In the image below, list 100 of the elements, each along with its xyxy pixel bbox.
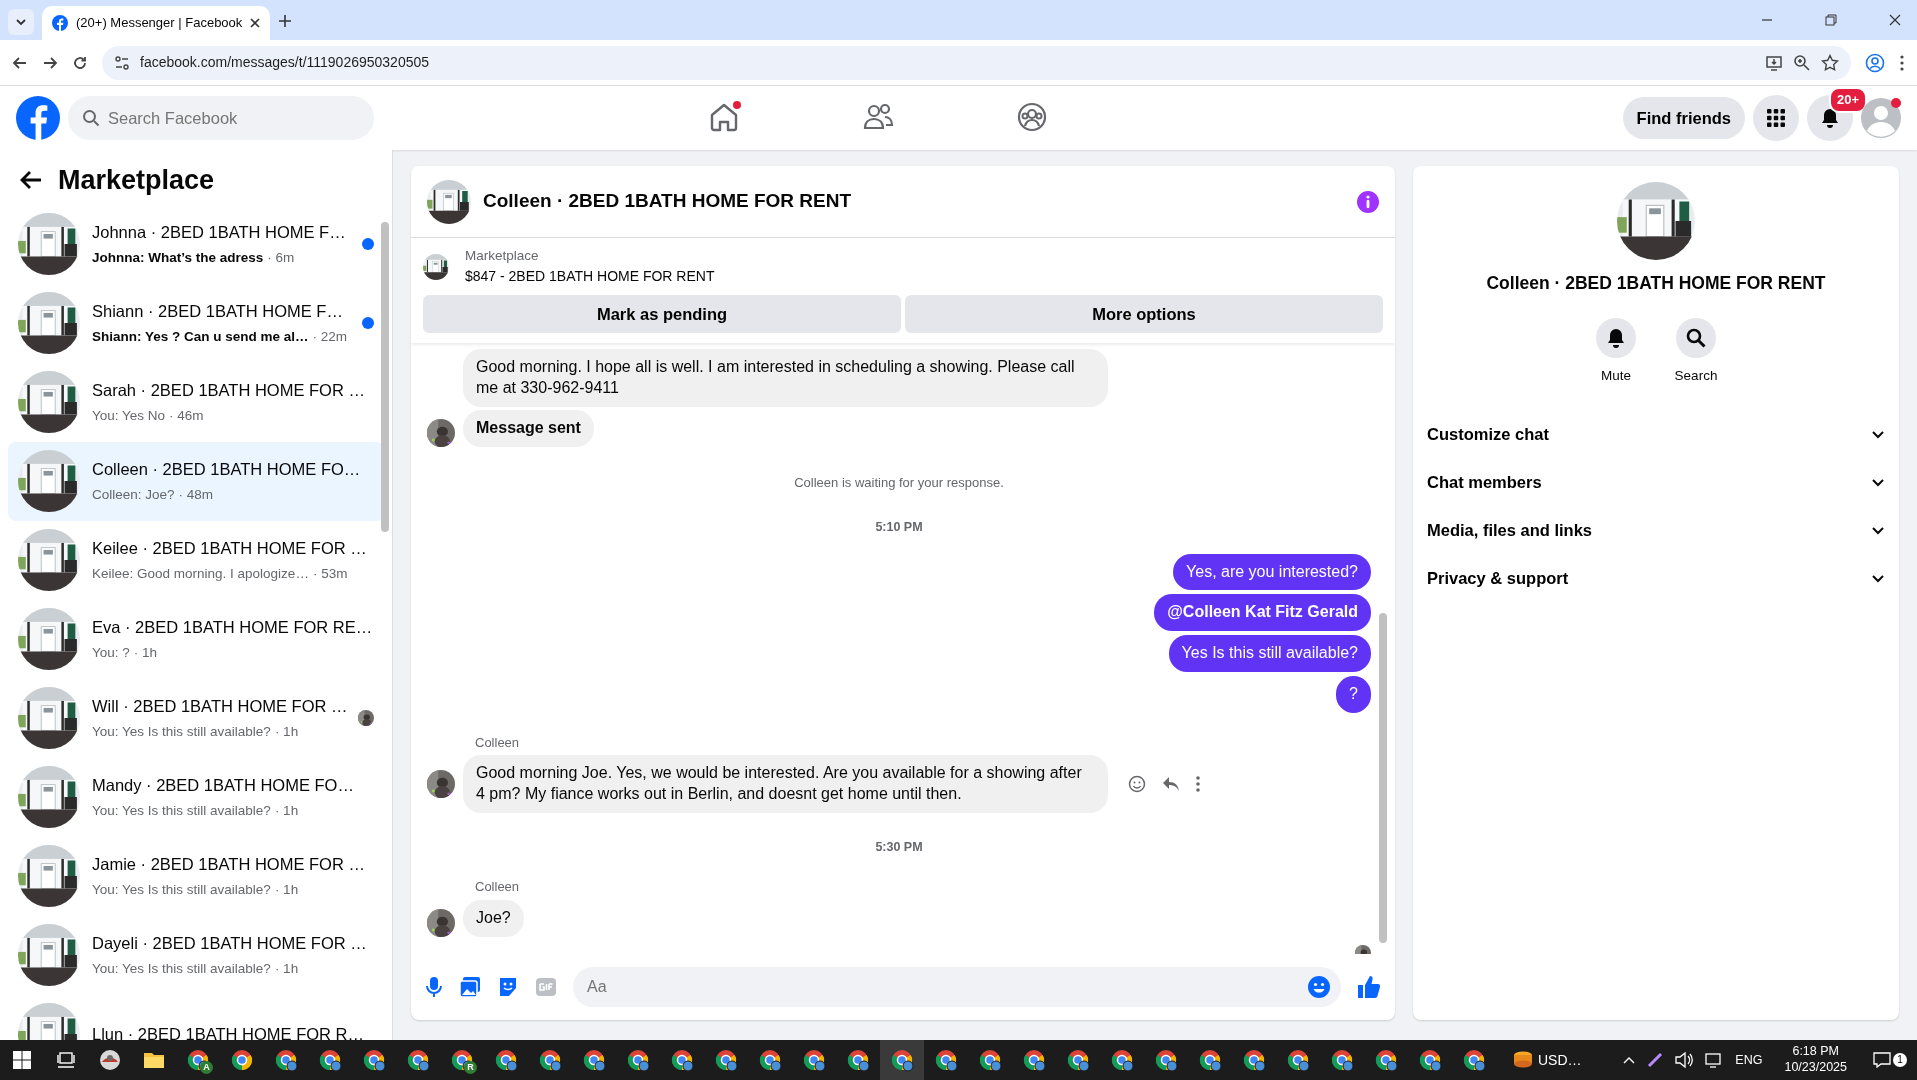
sender-name: Colleen bbox=[475, 879, 520, 895]
section-toggle[interactable]: Privacy & support bbox=[1413, 554, 1899, 603]
clock-time: 6:18 PM bbox=[1792, 1044, 1839, 1060]
avatar-icon[interactable] bbox=[1861, 98, 1901, 138]
menu-button[interactable] bbox=[1753, 95, 1799, 141]
browser-icon[interactable] bbox=[802, 1048, 826, 1072]
conversation-item[interactable]: Keilee · 2BED 1BATH HOME FOR … Keilee: Good morning. I apologize… · 53m bbox=[8, 520, 384, 600]
message-time: · 48m bbox=[178, 485, 214, 504]
browser-icon[interactable] bbox=[846, 1048, 870, 1072]
speaker-icon[interactable] bbox=[1675, 1052, 1694, 1068]
chevron-down-icon bbox=[15, 16, 27, 28]
conversation-item[interactable]: Dayeli · 2BED 1BATH HOME FOR … You: Yes Is this still available? · 1h bbox=[8, 915, 384, 995]
browser-icon[interactable] bbox=[538, 1048, 562, 1072]
conversation-item[interactable]: Jamie · 2BED 1BATH HOME FOR … You: Yes Is this still available? · 1h bbox=[8, 836, 384, 916]
section-toggle[interactable]: Media, files and links bbox=[1413, 506, 1899, 555]
notification-count: 20+ bbox=[1828, 87, 1867, 113]
install-icon[interactable] bbox=[1765, 53, 1783, 72]
browser-icon[interactable] bbox=[1330, 1048, 1354, 1072]
browser-icon[interactable] bbox=[626, 1048, 650, 1072]
search-field[interactable]: Search Facebook bbox=[68, 96, 374, 140]
browser-icon[interactable] bbox=[582, 1048, 606, 1072]
address-bar[interactable]: facebook.com/messages/t/1119026950320505 bbox=[102, 45, 1851, 80]
close-icon[interactable] bbox=[250, 18, 261, 28]
conversation-item[interactable]: Johnna · 2BED 1BATH HOME F… Johnna: What’s the adress · 6m bbox=[8, 204, 384, 284]
browser-tab[interactable]: (20+) Messenger | Facebook bbox=[42, 6, 270, 40]
browser-icon[interactable] bbox=[274, 1048, 298, 1072]
message-preview: You: Yes Is this still available? bbox=[92, 722, 271, 741]
site-settings-icon[interactable] bbox=[114, 54, 130, 71]
section-toggle[interactable]: Customize chat bbox=[1413, 410, 1899, 459]
back-icon[interactable] bbox=[12, 54, 28, 71]
reply-icon[interactable] bbox=[1162, 776, 1180, 793]
browser-icon[interactable] bbox=[1462, 1048, 1486, 1072]
browser-icon[interactable] bbox=[714, 1048, 738, 1072]
browser-icon[interactable] bbox=[1286, 1048, 1310, 1072]
browser-icon[interactable] bbox=[406, 1048, 430, 1072]
info-icon[interactable] bbox=[1357, 190, 1379, 213]
browser-icon[interactable] bbox=[978, 1048, 1002, 1072]
profile-icon[interactable] bbox=[1865, 52, 1885, 73]
mute-button[interactable] bbox=[1596, 318, 1636, 359]
more-icon[interactable] bbox=[1899, 53, 1905, 72]
browser-icon[interactable] bbox=[758, 1048, 782, 1072]
star-icon[interactable] bbox=[1821, 53, 1839, 72]
thumbs-up-icon[interactable] bbox=[1357, 975, 1381, 999]
microphone-icon[interactable] bbox=[425, 976, 443, 998]
image-icon[interactable] bbox=[459, 976, 481, 998]
section-toggle[interactable]: Chat members bbox=[1413, 458, 1899, 507]
restore-icon[interactable] bbox=[1825, 14, 1837, 26]
network-icon[interactable] bbox=[1705, 1052, 1724, 1068]
browser-icon[interactable] bbox=[1418, 1048, 1442, 1072]
search-button[interactable] bbox=[1676, 318, 1716, 359]
zoom-icon[interactable] bbox=[1793, 53, 1811, 72]
browser-icon[interactable] bbox=[1374, 1048, 1398, 1072]
forward-icon[interactable] bbox=[42, 54, 58, 71]
browser-icon[interactable] bbox=[934, 1048, 958, 1072]
conversation-item[interactable]: Colleen · 2BED 1BATH HOME FO… Colleen: Joe? · 48m bbox=[8, 441, 384, 521]
start-icon[interactable] bbox=[13, 1051, 31, 1069]
reload-icon[interactable] bbox=[72, 54, 88, 71]
browser-icon[interactable] bbox=[230, 1048, 254, 1072]
close-icon[interactable] bbox=[1889, 14, 1901, 26]
message-time: · 1h bbox=[274, 801, 299, 820]
browser-icon[interactable] bbox=[1110, 1048, 1134, 1072]
sidebar-title: Marketplace bbox=[58, 164, 215, 197]
browser-icon[interactable] bbox=[318, 1048, 342, 1072]
more-icon[interactable] bbox=[1196, 776, 1200, 793]
find-friends-button[interactable]: Find friends bbox=[1622, 97, 1745, 139]
coins-icon[interactable] bbox=[1512, 1050, 1534, 1070]
smiley-icon[interactable] bbox=[1128, 775, 1146, 794]
browser-icon[interactable] bbox=[1154, 1048, 1178, 1072]
browser-icon[interactable] bbox=[362, 1048, 386, 1072]
browser-icon[interactable] bbox=[1242, 1048, 1266, 1072]
new-tab-icon[interactable] bbox=[278, 14, 292, 28]
conversation-item[interactable]: Sarah · 2BED 1BATH HOME FOR … You: Yes No · 46m bbox=[8, 362, 384, 442]
tab-list-button[interactable] bbox=[8, 9, 34, 35]
chevron-up-icon[interactable] bbox=[1623, 1056, 1636, 1064]
action-button[interactable]: More options bbox=[905, 295, 1383, 334]
browser-icon[interactable] bbox=[1022, 1048, 1046, 1072]
message-bubble: @Colleen Kat Fitz Gerald bbox=[1154, 594, 1371, 632]
emoji-icon[interactable] bbox=[1307, 975, 1331, 999]
conversation-item[interactable]: Will · 2BED 1BATH HOME FOR … You: Yes Is this still available? · 1h bbox=[8, 678, 384, 758]
browser-icon[interactable] bbox=[670, 1048, 694, 1072]
message-input[interactable]: Aa bbox=[573, 967, 1341, 1007]
browser-icon[interactable] bbox=[890, 1048, 914, 1072]
browser-icon[interactable] bbox=[1066, 1048, 1090, 1072]
back-arrow-icon[interactable] bbox=[20, 170, 42, 191]
chat-name: Dayeli · 2BED 1BATH HOME FOR … bbox=[92, 933, 368, 954]
sticker-icon[interactable] bbox=[497, 976, 519, 998]
conversation-item[interactable]: Mandy · 2BED 1BATH HOME FO… You: Yes Is this still available? · 1h bbox=[8, 757, 384, 837]
notification-icon[interactable] bbox=[1873, 1052, 1891, 1068]
action-button[interactable]: Mark as pending bbox=[423, 295, 901, 334]
browser-icon[interactable] bbox=[494, 1048, 518, 1072]
pen-icon[interactable] bbox=[1647, 1052, 1664, 1068]
browser-icon[interactable] bbox=[1198, 1048, 1222, 1072]
conversation-item[interactable]: Shiann · 2BED 1BATH HOME F… Shiann: Yes ? Can u send me al… · 22m bbox=[8, 283, 384, 363]
action-label: Search bbox=[1674, 367, 1718, 386]
task-view-icon[interactable] bbox=[57, 1051, 75, 1069]
message-bubble: Joe? bbox=[463, 899, 524, 937]
conversation-item[interactable]: Eva · 2BED 1BATH HOME FOR RE… You: ? · 1h bbox=[8, 599, 384, 679]
app-icon[interactable] bbox=[98, 1048, 122, 1072]
facebook-logo[interactable] bbox=[16, 96, 60, 140]
timestamp: 5:30 PM bbox=[875, 839, 923, 854]
